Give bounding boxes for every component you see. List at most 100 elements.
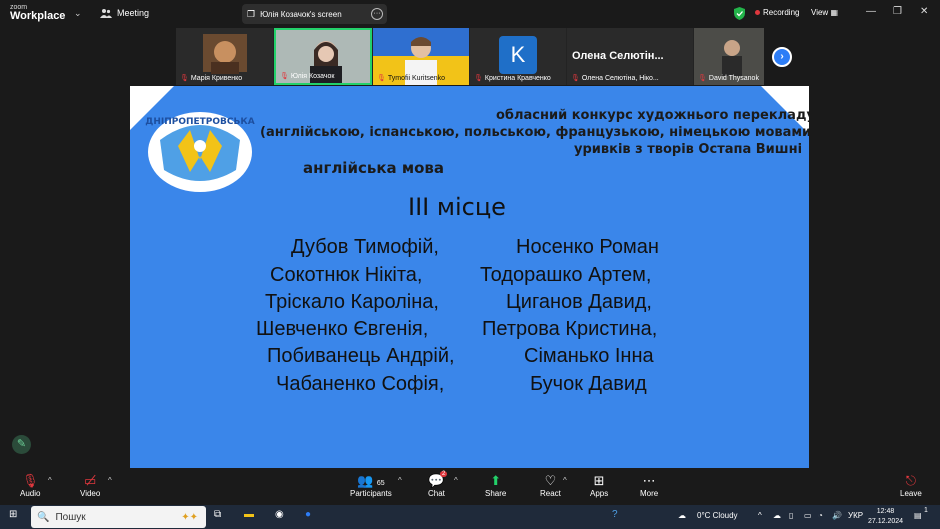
leave-button[interactable]: ⎋ Leave xyxy=(900,472,922,498)
react-button[interactable]: ♡ React xyxy=(540,472,561,498)
more-options-icon[interactable]: ··· xyxy=(371,8,383,20)
clock-date: 27.12.2024 xyxy=(868,518,904,525)
participants-icon: 👥 65 xyxy=(357,473,385,488)
participants-label: Participants xyxy=(350,489,392,498)
participants-button[interactable]: 👥 65 Participants xyxy=(350,472,392,498)
view-label: View xyxy=(811,8,829,17)
security-shield-icon[interactable] xyxy=(734,7,745,20)
winner-name: Циганов Давид, xyxy=(506,291,652,313)
mic-muted-icon: 🎙 xyxy=(377,75,386,82)
contest-logo: ДНІПРОПЕТРОВСЬКА xyxy=(145,112,255,192)
leave-label: Leave xyxy=(900,489,922,498)
meeting-label: Meeting xyxy=(117,8,150,18)
windows-taskbar: ⊞ 🔍 Пошук ✦✦ ⧉ ▬ ◉ ● ? ☁ 0°C Cloudy ^ ☁ … xyxy=(0,505,940,529)
windows-start-icon[interactable]: ⊞ xyxy=(9,509,17,520)
share-label: Share xyxy=(485,489,507,498)
chevron-up-icon[interactable]: ^ xyxy=(454,476,458,485)
search-icon: 🔍 xyxy=(37,511,50,523)
share-button[interactable]: ⬆ Share xyxy=(485,472,506,498)
search-placeholder: Пошук xyxy=(55,511,86,523)
language-indicator[interactable]: УКР xyxy=(848,511,863,520)
participant-tile[interactable]: Олена Селютін... 🎙 Олена Селютіна, Ніко..… xyxy=(567,28,693,85)
chrome-icon[interactable]: ◉ xyxy=(275,509,284,520)
notification-icon[interactable]: ▤ xyxy=(914,511,922,520)
participant-name: David Thysanok xyxy=(708,74,759,82)
zoom-logo[interactable]: zoom Workplace xyxy=(10,4,65,22)
meeting-controls: 🎙 Audio ^ ▭̸ Video ^ 👥 65 Participants ^… xyxy=(0,468,940,505)
mic-muted-icon: 🎙 xyxy=(474,75,483,82)
winner-name: Сокотнюк Нікіта, xyxy=(270,264,423,286)
restore-icon[interactable]: ❐ xyxy=(893,6,902,17)
participant-tile-active-speaker[interactable]: 🎙 Юлія Козачок xyxy=(274,28,372,85)
next-page-arrow-icon[interactable]: › xyxy=(772,47,792,67)
task-view-icon[interactable]: ⧉ xyxy=(214,509,221,520)
participants-count: 65 xyxy=(376,480,385,487)
participant-tile[interactable]: 🎙 David Thysanok xyxy=(694,28,764,85)
participant-name: Юлія Козачок xyxy=(290,72,335,80)
mic-muted-icon: 🎙 xyxy=(180,75,189,82)
weather-text: 0°C Cloudy xyxy=(697,511,738,520)
winner-name: Дубов Тимофій, xyxy=(291,236,439,258)
annotate-pen-icon[interactable]: ✎ xyxy=(12,435,31,454)
more-label: More xyxy=(640,489,659,498)
winner-name: Побиванець Андрій, xyxy=(267,345,455,367)
apps-icon: ⊞ xyxy=(593,473,605,488)
apps-label: Apps xyxy=(590,489,609,498)
network-status-icon[interactable]: ☁ xyxy=(773,511,781,520)
meeting-menu[interactable]: Meeting xyxy=(100,8,149,18)
audio-button[interactable]: 🎙 Audio xyxy=(20,472,40,498)
language-label: англійська мова xyxy=(303,159,445,177)
share-screen-icon: ❐ xyxy=(247,8,256,19)
apps-button[interactable]: ⊞ Apps xyxy=(590,472,608,498)
avatar: K xyxy=(499,36,537,74)
screen-label: Юлія Козачок's screen xyxy=(260,9,342,19)
tray-chevron-icon[interactable]: ^ xyxy=(758,511,762,520)
zoom-app-icon[interactable]: ● xyxy=(305,509,311,520)
chevron-up-icon[interactable]: ^ xyxy=(563,476,567,485)
mic-muted-icon: 🎙 xyxy=(21,473,39,488)
sparkle-icon: ✦✦ xyxy=(181,511,198,523)
recording-dot-icon xyxy=(755,10,760,15)
chat-label: Chat xyxy=(428,489,445,498)
chevron-up-icon[interactable]: ^ xyxy=(398,476,402,485)
recording-indicator[interactable]: Recording xyxy=(755,8,799,17)
volume-icon[interactable]: 🔊 xyxy=(832,511,842,520)
close-icon[interactable]: ✕ xyxy=(920,6,928,17)
mic-muted-icon: 🎙 xyxy=(280,73,289,80)
winner-name: Тріскало Кароліна, xyxy=(265,291,439,313)
screen-share-indicator[interactable]: ❐ Юлія Козачок's screen ··· xyxy=(242,4,387,24)
participant-heading: Олена Селютін... xyxy=(572,50,664,62)
chevron-up-icon[interactable]: ^ xyxy=(108,476,112,485)
more-button[interactable]: ⋯ More xyxy=(640,472,658,498)
participant-name: Кристина Кравченко xyxy=(484,74,551,82)
winner-name: Шевченко Євгенія, xyxy=(256,318,429,340)
wifi-icon[interactable]: ◔ xyxy=(818,511,823,520)
help-icon[interactable]: ? xyxy=(612,509,618,520)
clock-time: 12:48 xyxy=(876,508,895,515)
video-button[interactable]: ▭̸ Video xyxy=(80,472,100,498)
weather-icon[interactable]: ☁ xyxy=(678,511,686,520)
place-title: ІІІ місце xyxy=(408,193,506,221)
participant-tile[interactable]: 🎙 Марія Кривенко xyxy=(176,28,273,85)
video-off-icon: ▭̸ xyxy=(84,473,97,488)
winner-name: Носенко Роман xyxy=(516,236,659,258)
battery-icon[interactable]: ▭ xyxy=(804,511,812,520)
people-icon xyxy=(100,9,112,18)
minimize-icon[interactable]: — xyxy=(866,6,876,17)
slide-header-line1: обласний конкурс художнього перекладу xyxy=(496,108,809,123)
file-explorer-icon[interactable]: ▬ xyxy=(244,509,254,520)
mic-muted-icon: 🎙 xyxy=(571,75,580,82)
usb-icon[interactable]: ▯ xyxy=(789,511,793,520)
grid-icon: ▦ xyxy=(830,8,838,17)
slide-header-line3: уривків з творів Остапа Вишні xyxy=(574,142,803,157)
participant-tile[interactable]: 🎙 Tymofii Kuritsenko xyxy=(373,28,469,85)
recording-label: Recording xyxy=(763,8,800,17)
clock[interactable]: 12:48 27.12.2024 xyxy=(868,507,903,527)
more-icon: ⋯ xyxy=(642,473,656,488)
taskbar-search[interactable]: 🔍 Пошук ✦✦ xyxy=(31,506,206,528)
chevron-up-icon[interactable]: ^ xyxy=(48,476,52,485)
winner-name: Тодорашко Артем, xyxy=(480,264,652,286)
view-button[interactable]: View ▦ xyxy=(811,8,838,17)
chevron-down-icon[interactable]: ⌄ xyxy=(74,8,82,19)
participant-tile[interactable]: K 🎙 Кристина Кравченко xyxy=(470,28,566,85)
